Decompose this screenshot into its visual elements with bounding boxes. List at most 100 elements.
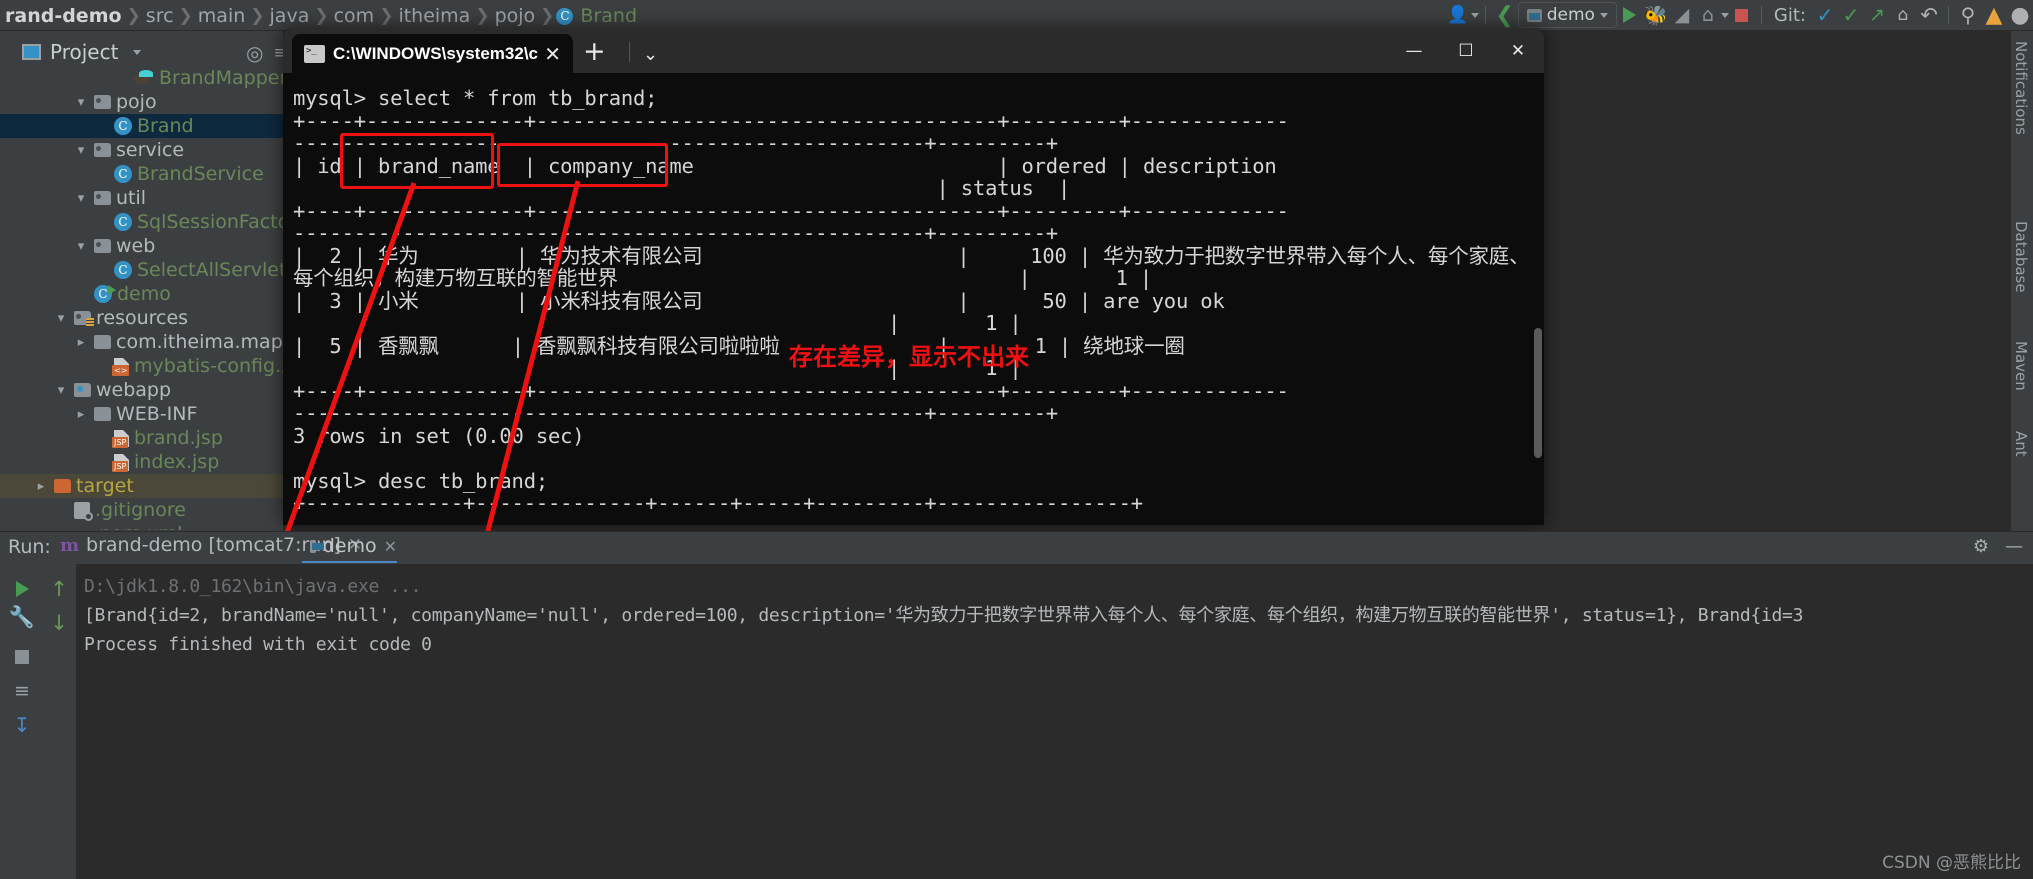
chevron-down-icon[interactable]: [1599, 12, 1608, 18]
tree-item-index-jsp[interactable]: JSP index.jsp: [0, 450, 283, 474]
run-tab-demo[interactable]: demo ✕: [302, 531, 397, 563]
tree-item-label: .gitignore: [95, 499, 186, 521]
console-line: Process finished with exit code 0: [84, 634, 432, 655]
tree-item-brand-jsp[interactable]: JSP brand.jsp: [0, 426, 283, 450]
console-line: D:\jdk1.8.0_162\bin\java.exe ...: [84, 576, 422, 597]
breadcrumb-item-com[interactable]: com: [331, 5, 378, 27]
profiler-button[interactable]: ⌂: [1695, 2, 1721, 28]
tree-item-demo[interactable]: Cdemo: [0, 282, 283, 306]
tree-item-sqlsessionfactoryutils[interactable]: C SqlSessionFactoryUtils: [0, 210, 283, 234]
wrench-button[interactable]: 🔧: [5, 600, 39, 634]
gitignore-file-icon: [74, 501, 93, 521]
chevron-right-icon[interactable]: ▸: [34, 479, 48, 494]
tree-item-brandmapper[interactable]: BrandMapper: [0, 66, 283, 90]
back-arrow-icon[interactable]: ❮: [1492, 2, 1518, 28]
breadcrumb-item-brand[interactable]: Brand: [577, 5, 640, 27]
person-icon[interactable]: 👤: [1445, 2, 1471, 28]
git-history-icon[interactable]: ⌂: [1890, 2, 1916, 28]
folder-icon: [94, 143, 111, 157]
breadcrumb-item-src[interactable]: src: [143, 5, 177, 27]
chevron-down-icon[interactable]: ▾: [74, 95, 88, 110]
tree-item-mybatis-config-xml[interactable]: <>mybatis-config.xml: [0, 354, 283, 378]
run-configuration-selector[interactable]: demo: [1517, 2, 1617, 28]
tree-item-com-itheima-mapper[interactable]: ▸ com.itheima.mapper: [0, 330, 283, 354]
chevron-down-icon[interactable]: ▾: [54, 383, 68, 398]
tree-item-pom-xml[interactable]: m pom.xml: [0, 522, 283, 530]
run-button[interactable]: [1617, 2, 1643, 28]
notifications-icon[interactable]: ▲: [1981, 2, 2007, 28]
breadcrumb-item-pojo[interactable]: pojo: [492, 5, 539, 27]
locate-icon[interactable]: ◎: [246, 41, 263, 65]
breadcrumb-separator: ❯: [126, 6, 141, 26]
tree-item-util[interactable]: ▾ util: [0, 186, 283, 210]
console-output[interactable]: D:\jdk1.8.0_162\bin\java.exe ... [Brand{i…: [76, 564, 2033, 879]
down-button[interactable]: ↓: [42, 606, 76, 640]
tree-item-webapp[interactable]: ▾ webapp: [0, 378, 283, 402]
tree-item-selectallservlet[interactable]: C SelectAllServlet: [0, 258, 283, 282]
tree-item-label: pom.xml: [99, 523, 182, 530]
tool-window-notifications[interactable]: Notifications: [2012, 41, 2030, 135]
tree-item-label: util: [116, 187, 147, 209]
project-tree[interactable]: BrandMapper ▾ pojo C Brand ▾ service C BrandServ…: [0, 66, 283, 530]
breadcrumb[interactable]: rand-demo ❯ src ❯ main ❯ java ❯ com ❯ it…: [0, 2, 640, 30]
breadcrumb-item-itheima[interactable]: itheima: [395, 5, 473, 27]
run-coverage-button[interactable]: ◢: [1669, 2, 1695, 28]
ide-icon[interactable]: ●: [2007, 2, 2033, 28]
tree-item-resources[interactable]: ▾ resources: [0, 306, 283, 330]
export-button[interactable]: ↧: [5, 708, 39, 742]
tree-item--gitignore[interactable]: .gitignore: [0, 498, 283, 522]
minimize-icon[interactable]: —: [2005, 536, 2023, 557]
tree-item-web[interactable]: ▾ web: [0, 234, 283, 258]
chevron-down-icon[interactable]: ⌄: [643, 44, 658, 65]
folder-icon: [94, 335, 111, 349]
chevron-down-icon[interactable]: [1720, 12, 1729, 18]
chevron-right-icon[interactable]: ▸: [74, 335, 88, 350]
tree-item-brand[interactable]: C Brand: [0, 114, 283, 138]
terminal-tab[interactable]: C:\WINDOWS\system32\cmd. ✕: [292, 34, 573, 73]
debug-button[interactable]: 🐝: [1643, 2, 1669, 28]
chevron-right-icon[interactable]: ▸: [74, 407, 88, 422]
filter-button[interactable]: ≡: [5, 674, 39, 708]
up-button[interactable]: ↑: [42, 572, 76, 606]
undo-icon[interactable]: ↶: [1916, 2, 1942, 28]
tool-window-database[interactable]: Database: [2012, 221, 2030, 293]
gear-icon[interactable]: ⚙: [1973, 536, 1989, 557]
git-commit-icon[interactable]: ✓: [1838, 2, 1864, 28]
mybatis-mapper-icon: [134, 70, 154, 86]
breadcrumb-item-java[interactable]: java: [267, 5, 313, 27]
chevron-down-icon[interactable]: ▾: [74, 191, 88, 206]
tool-window-ant[interactable]: Ant: [2012, 431, 2030, 457]
chevron-down-icon[interactable]: ▾: [74, 143, 88, 158]
chevron-down-icon[interactable]: ▾: [54, 311, 68, 326]
breadcrumb-separator: ❯: [178, 6, 193, 26]
terminal-window[interactable]: C:\WINDOWS\system32\cmd. ✕ + ⌄ — ☐ ✕ mys…: [283, 28, 1544, 525]
tree-item-target[interactable]: ▸ target: [0, 474, 283, 498]
stop-button[interactable]: [1729, 2, 1755, 28]
breadcrumb-item-project[interactable]: rand-demo: [2, 5, 125, 27]
class-icon: C: [114, 165, 132, 183]
tree-item-web-inf[interactable]: ▸ WEB-INF: [0, 402, 283, 426]
project-panel-title[interactable]: Project: [22, 40, 142, 64]
close-icon[interactable]: ✕: [384, 537, 397, 556]
git-push-icon[interactable]: ↗: [1864, 2, 1890, 28]
tree-item-service[interactable]: ▾ service: [0, 138, 283, 162]
maven-icon: m: [60, 534, 80, 556]
terminal-scrollbar[interactable]: [1534, 328, 1542, 458]
chevron-down-icon[interactable]: [1470, 12, 1479, 18]
tool-window-maven[interactable]: Maven: [2012, 341, 2030, 391]
tree-item-label: service: [116, 139, 185, 161]
minimize-button[interactable]: —: [1388, 28, 1440, 73]
stop-button[interactable]: [5, 640, 39, 674]
new-tab-button[interactable]: +: [583, 38, 606, 65]
breadcrumb-item-main[interactable]: main: [195, 5, 248, 27]
maximize-button[interactable]: ☐: [1440, 28, 1492, 73]
search-icon[interactable]: ⚲: [1955, 2, 1981, 28]
tree-item-pojo[interactable]: ▾ pojo: [0, 90, 283, 114]
git-update-icon[interactable]: ✓: [1812, 2, 1838, 28]
chevron-down-icon[interactable]: [133, 49, 142, 55]
close-icon[interactable]: ✕: [538, 42, 567, 66]
chevron-down-icon[interactable]: ▾: [74, 239, 88, 254]
tree-item-label: mybatis-config.xml: [134, 355, 283, 377]
tree-item-brandservice[interactable]: C BrandService: [0, 162, 283, 186]
close-button[interactable]: ✕: [1492, 28, 1544, 73]
